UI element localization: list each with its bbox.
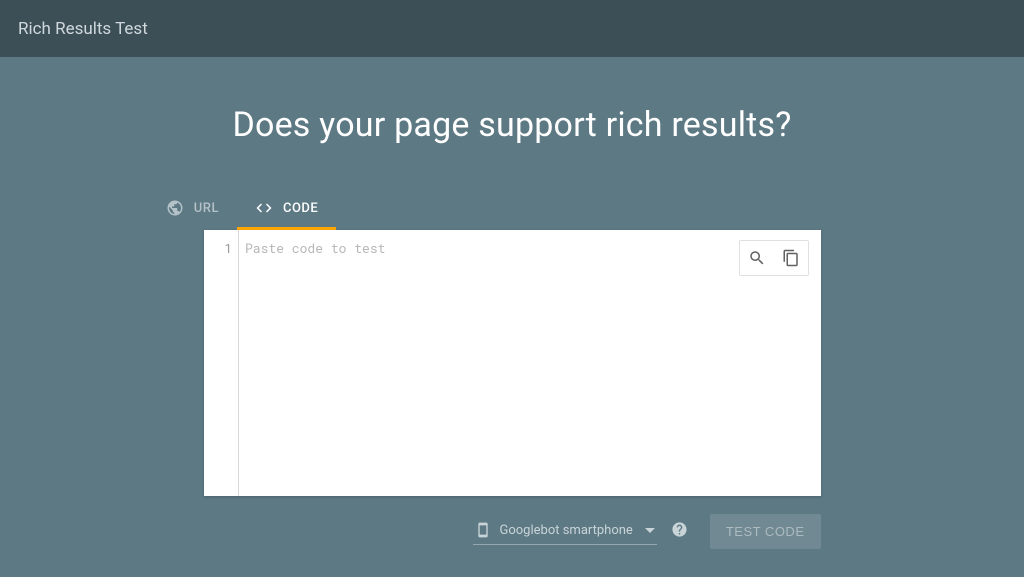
test-code-button[interactable]: TEST CODE	[710, 514, 821, 549]
tab-code[interactable]: CODE	[237, 189, 336, 230]
code-icon	[255, 199, 273, 217]
chevron-down-icon	[645, 528, 655, 533]
page-headline: Does your page support rich results?	[232, 105, 791, 145]
main-content: Does your page support rich results? URL…	[0, 57, 1024, 549]
line-number-gutter: 1	[204, 230, 239, 496]
editor-toolbar	[739, 240, 809, 276]
globe-icon	[166, 199, 184, 217]
smartphone-icon	[475, 522, 491, 538]
tab-url[interactable]: URL	[148, 189, 237, 230]
help-icon	[671, 521, 688, 538]
crawler-select[interactable]: Googlebot smartphone	[473, 518, 656, 545]
copy-icon	[782, 249, 800, 267]
crawler-select-label: Googlebot smartphone	[499, 523, 632, 538]
help-button[interactable]	[671, 521, 688, 542]
tab-url-label: URL	[194, 201, 219, 216]
footer-controls: Googlebot smartphone TEST CODE	[204, 514, 821, 549]
app-header: Rich Results Test	[0, 0, 1024, 57]
code-input[interactable]	[245, 239, 821, 496]
code-editor-panel: 1	[204, 230, 821, 496]
search-icon	[748, 249, 766, 267]
tab-code-label: CODE	[283, 201, 318, 216]
line-number-1: 1	[224, 239, 232, 257]
search-button[interactable]	[740, 241, 774, 275]
code-editor-area	[239, 230, 821, 496]
app-title: Rich Results Test	[18, 19, 148, 39]
copy-button[interactable]	[774, 241, 808, 275]
input-mode-tabs: URL CODE	[148, 189, 337, 230]
